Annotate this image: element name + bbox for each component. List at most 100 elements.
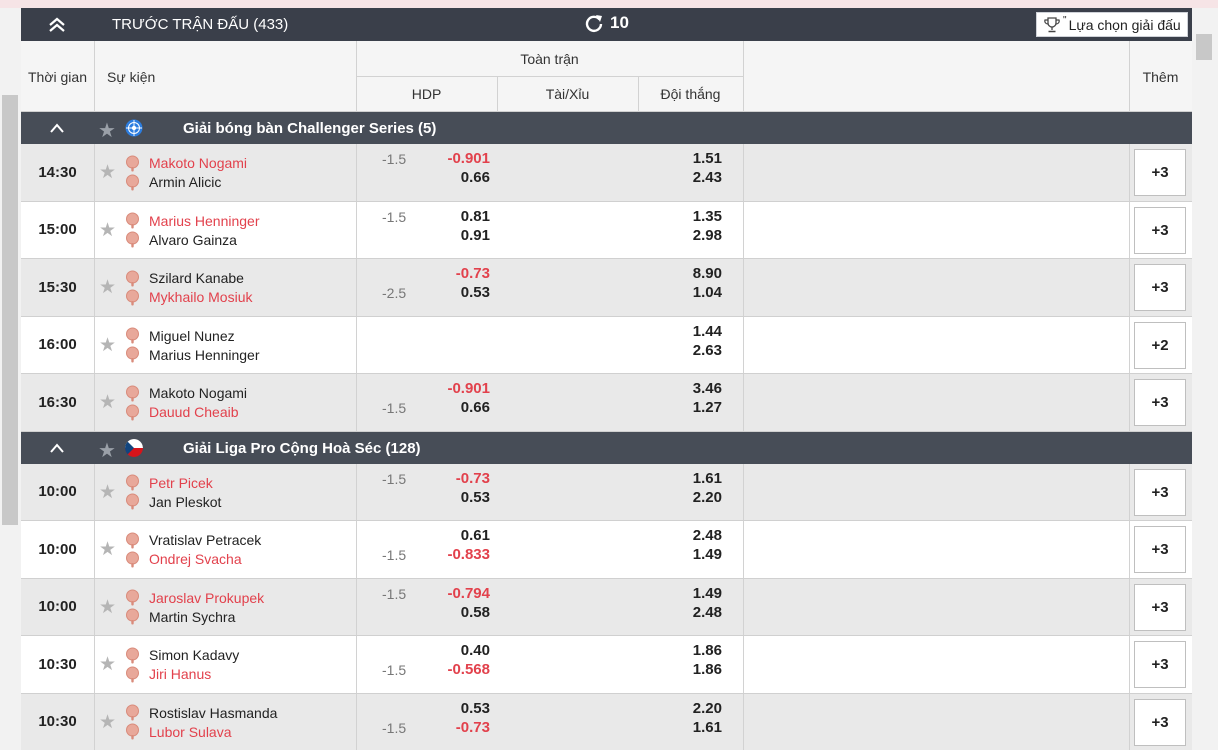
team-away[interactable]: Mykhailo Mosiuk [124,288,252,306]
hdp-odds-away[interactable]: -0.73 [456,719,490,736]
hdp-odds-home[interactable]: 0.61 [461,527,490,544]
winner-odds-home[interactable]: 1.49 [693,585,722,602]
favorite-star-icon[interactable]: ★ [99,711,116,734]
winner-odds-away[interactable]: 2.20 [693,489,722,506]
page-title: TRƯỚC TRẬN ĐẤU (433) [112,16,289,33]
team-home[interactable]: Jaroslav Prokupek [124,589,264,607]
match-time: 10:00 [38,598,77,616]
hdp-odds-home[interactable]: 0.81 [461,208,490,225]
winner-odds-away[interactable]: 2.43 [693,169,722,186]
hdp-odds-away[interactable]: -0.568 [447,661,490,678]
winner-odds-away[interactable]: 1.61 [693,719,722,736]
hdp-odds-home[interactable]: -0.73 [456,265,490,282]
match-row: 15:30 ★ Szilard Kanabe Mykhailo Mosiuk -2.5 -… [21,259,1192,317]
table-tennis-icon [126,493,139,510]
table-tennis-icon [126,704,139,721]
left-scrollbar-thumb[interactable] [2,95,18,525]
team-home[interactable]: Makoto Nogami [124,154,247,172]
favorite-star-icon[interactable]: ★ [99,161,116,184]
favorite-star-icon[interactable]: ★ [99,334,116,357]
refresh-button[interactable]: 10 [584,13,629,33]
table-tennis-icon [126,270,139,286]
winner-odds-home[interactable]: 2.20 [693,700,722,717]
winner-odds-away[interactable]: 1.27 [693,399,722,416]
team-away[interactable]: Jiri Hanus [124,665,211,683]
favorite-star-icon[interactable]: ★ [99,653,116,676]
team-away[interactable]: Lubor Sulava [124,723,232,741]
winner-odds-home[interactable]: 1.61 [693,470,722,487]
select-league-button[interactable]: " Lựa chọn giải đấu [1036,12,1188,37]
winner-odds-away[interactable]: 2.48 [693,604,722,621]
team-away[interactable]: Armin Alicic [124,173,221,191]
winner-odds-home[interactable]: 1.44 [693,323,722,340]
more-markets-button[interactable]: +3 [1134,698,1186,746]
table-tennis-icon [126,385,139,401]
team-away[interactable]: Marius Henninger [124,346,260,364]
hdp-odds-away[interactable]: 0.53 [461,284,490,301]
right-scrollbar-thumb[interactable] [1196,34,1212,60]
league-header[interactable]: ★ Giải bóng bàn Challenger Series (5) [21,112,1192,144]
winner-odds-home[interactable]: 1.51 [693,150,722,167]
team-away[interactable]: Alvaro Gainza [124,231,237,249]
winner-odds-home[interactable]: 1.86 [693,642,722,659]
hdp-odds-away[interactable]: 0.58 [461,604,490,621]
table-tennis-icon [126,551,139,567]
match-time: 10:00 [38,540,77,558]
hdp-odds-home[interactable]: 0.40 [461,642,490,659]
more-markets-button[interactable]: +3 [1134,468,1186,516]
winner-odds-away[interactable]: 2.98 [693,227,722,244]
header-hdp: HDP [411,86,442,102]
favorite-star-icon[interactable]: ★ [99,276,116,299]
team-home[interactable]: Makoto Nogami [124,384,247,402]
more-markets-button[interactable]: +3 [1134,379,1186,426]
winner-odds-away[interactable]: 1.86 [693,661,722,678]
chevron-up-icon[interactable] [49,122,65,134]
hdp-odds-away[interactable]: 0.53 [461,489,490,506]
more-markets-button[interactable]: +3 [1134,264,1186,311]
winner-odds-home[interactable]: 3.46 [693,380,722,397]
winner-odds-away[interactable]: 2.63 [693,342,722,359]
table-tennis-icon [126,589,139,606]
more-markets-button[interactable]: +2 [1134,321,1186,369]
team-home[interactable]: Simon Kadavy [124,646,239,664]
favorite-star-icon[interactable]: ★ [99,219,116,242]
winner-odds-home[interactable]: 1.35 [693,208,722,225]
hdp-odds-home[interactable]: -0.73 [456,470,490,487]
double-chevron-up-icon[interactable] [45,15,69,35]
hdp-odds-away[interactable]: 0.66 [461,399,490,416]
winner-odds-away[interactable]: 1.49 [693,546,722,563]
team-home[interactable]: Marius Henninger [124,212,260,230]
hdp-odds-away[interactable]: 0.66 [461,169,490,186]
hdp-odds-away[interactable]: 0.91 [461,227,490,244]
more-markets-button[interactable]: +3 [1134,641,1186,688]
hdp-odds-home[interactable]: -0.901 [447,380,490,397]
team-away[interactable]: Jan Pleskot [124,493,221,511]
hdp-odds-home[interactable]: -0.901 [447,150,490,167]
team-away[interactable]: Ondrej Svacha [124,550,242,568]
favorite-star-icon[interactable]: ★ [99,538,116,561]
more-markets-button[interactable]: +3 [1134,149,1186,196]
team-home[interactable]: Miguel Nunez [124,327,235,345]
more-markets-button[interactable]: +3 [1134,526,1186,573]
team-home[interactable]: Rostislav Hasmanda [124,704,277,722]
favorite-star-icon[interactable]: ★ [99,391,116,414]
hdp-odds-away[interactable]: -0.833 [447,546,490,563]
winner-odds-away[interactable]: 1.04 [693,284,722,301]
winner-odds-home[interactable]: 8.90 [693,265,722,282]
more-markets-button[interactable]: +3 [1134,206,1186,254]
more-markets-button[interactable]: +3 [1134,583,1186,631]
team-away[interactable]: Dauud Cheaib [124,403,239,421]
team-home[interactable]: Petr Picek [124,474,213,492]
winner-odds-home[interactable]: 2.48 [693,527,722,544]
favorite-star-icon[interactable]: ★ [99,596,116,619]
team-home[interactable]: Vratislav Petracek [124,531,261,549]
chevron-up-icon[interactable] [49,442,65,454]
hdp-odds-home[interactable]: -0.794 [447,585,490,602]
favorite-star-icon[interactable]: ★ [98,438,116,463]
team-away[interactable]: Martin Sychra [124,608,235,626]
favorite-star-icon[interactable]: ★ [99,481,116,504]
hdp-odds-home[interactable]: 0.53 [461,700,490,717]
league-header[interactable]: ★ Giải Liga Pro Cộng Hoà Séc (128) [21,431,1192,464]
team-home[interactable]: Szilard Kanabe [124,269,244,287]
favorite-star-icon[interactable]: ★ [98,118,116,143]
